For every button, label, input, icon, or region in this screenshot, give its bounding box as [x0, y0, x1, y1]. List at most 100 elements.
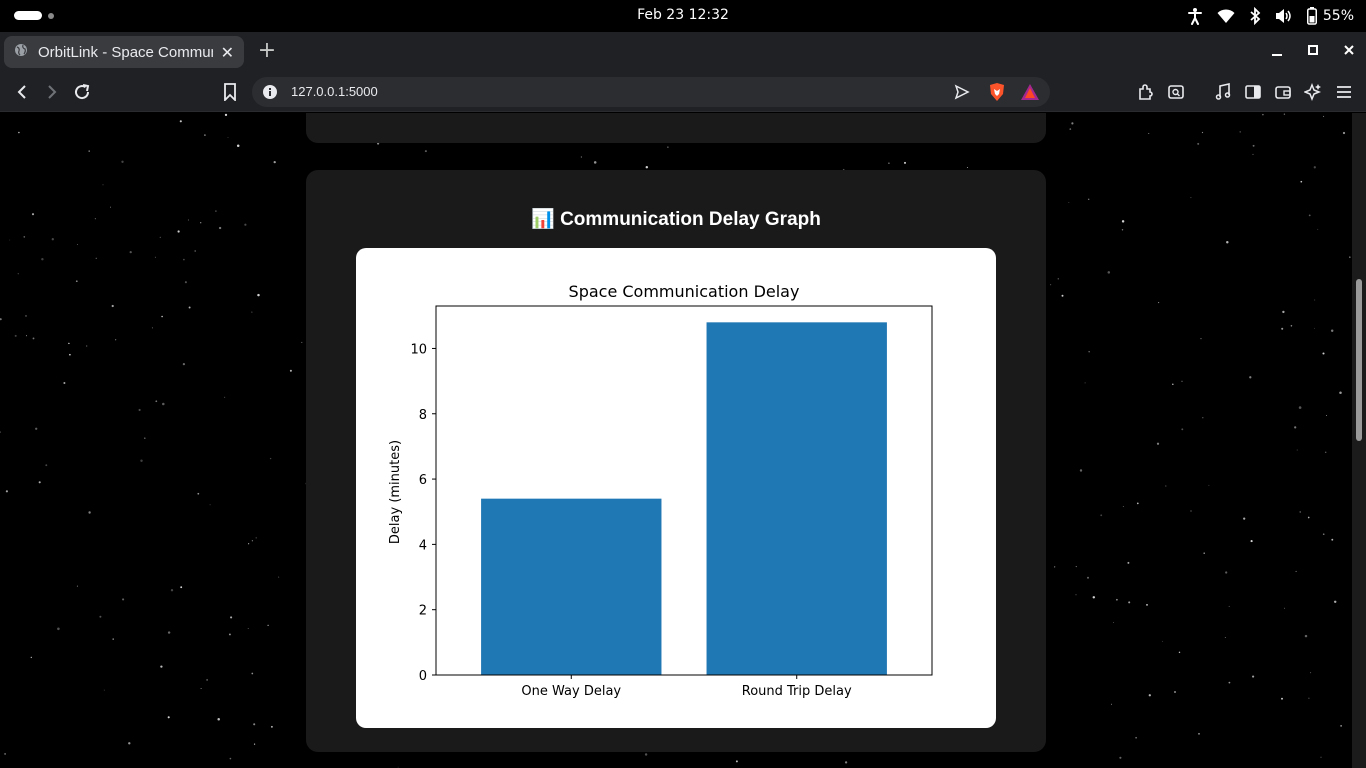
battery-icon[interactable] — [1306, 7, 1317, 25]
star — [177, 230, 180, 233]
address-bar[interactable]: 127.0.0.1:5000 — [252, 77, 1050, 107]
extensions-icon[interactable] — [1136, 82, 1156, 102]
star — [1190, 510, 1192, 512]
star — [51, 238, 54, 241]
star — [667, 146, 669, 148]
star — [1299, 511, 1301, 513]
star — [224, 396, 226, 398]
system-clock[interactable]: Feb 23 12:32 — [0, 7, 1366, 23]
wifi-icon[interactable] — [1217, 8, 1235, 24]
star — [17, 273, 19, 275]
browser-tab-active[interactable]: OrbitLink - Space Communication ✕ — [4, 36, 244, 68]
star — [94, 218, 96, 220]
star — [1071, 122, 1074, 125]
star — [1340, 725, 1342, 727]
star — [301, 341, 303, 343]
media-music-icon[interactable] — [1213, 82, 1233, 102]
accessibility-icon[interactable] — [1187, 7, 1203, 25]
bluetooth-icon[interactable] — [1249, 7, 1261, 25]
star — [1119, 756, 1122, 759]
star — [1200, 337, 1202, 340]
star — [1322, 352, 1325, 355]
y-tick-label: 0 — [419, 669, 427, 684]
system-tray[interactable]: 55% — [1187, 6, 1354, 26]
star — [844, 761, 848, 764]
star — [1298, 406, 1302, 409]
star — [1181, 428, 1184, 431]
star — [1225, 571, 1228, 574]
maximize-icon[interactable] — [1306, 42, 1320, 60]
star — [1228, 605, 1230, 607]
star — [1250, 540, 1253, 543]
star — [41, 257, 44, 261]
star — [1290, 325, 1293, 327]
sidebar-toggle-icon[interactable] — [1243, 82, 1263, 102]
y-tick-label: 4 — [419, 538, 427, 553]
star — [1061, 294, 1064, 297]
url-text[interactable]: 127.0.0.1:5000 — [291, 84, 378, 99]
star — [76, 585, 78, 587]
star — [1252, 153, 1254, 155]
graph-heading: 📊 Communication Delay Graph — [306, 207, 1046, 231]
star — [25, 335, 28, 337]
x-tick-label: One Way Delay — [521, 684, 621, 699]
forward-icon[interactable] — [42, 82, 62, 102]
star — [1281, 697, 1283, 700]
star — [179, 120, 182, 123]
star — [1057, 278, 1059, 280]
back-icon[interactable] — [12, 82, 32, 102]
star — [159, 236, 161, 239]
star — [1068, 201, 1070, 204]
new-tab-button[interactable]: + — [256, 40, 278, 62]
close-window-icon[interactable] — [1342, 42, 1356, 60]
page-scrollbar[interactable] — [1352, 113, 1366, 768]
star — [111, 304, 114, 308]
reload-icon[interactable] — [72, 82, 92, 102]
star — [180, 586, 183, 589]
site-info-icon[interactable] — [262, 84, 278, 104]
star — [1252, 144, 1255, 147]
star — [1208, 484, 1210, 486]
scrollbar-thumb[interactable] — [1356, 279, 1362, 441]
star — [1084, 382, 1086, 384]
star — [1116, 598, 1118, 601]
star — [14, 334, 17, 337]
star — [215, 210, 217, 212]
star — [30, 656, 32, 659]
bookmark-icon[interactable] — [220, 82, 240, 102]
star — [251, 540, 254, 542]
star — [128, 742, 131, 745]
star — [1087, 576, 1089, 579]
page-viewport: 📊 Communication Delay Graph Space Commun… — [0, 113, 1352, 768]
star — [1069, 128, 1072, 130]
tab-search-icon[interactable] — [1166, 82, 1186, 102]
minimize-icon[interactable] — [1270, 42, 1284, 60]
star — [86, 345, 88, 347]
star — [4, 752, 7, 755]
star — [144, 437, 146, 439]
globe-icon — [14, 43, 28, 61]
wallet-icon[interactable] — [1273, 82, 1293, 102]
star — [244, 223, 247, 226]
tab-close-icon[interactable]: ✕ — [221, 43, 234, 62]
brave-shields-icon[interactable] — [988, 82, 1006, 106]
delay-bar-chart: Space Communication Delay Delay (minutes… — [388, 282, 933, 699]
star — [88, 511, 91, 514]
menu-icon[interactable] — [1334, 82, 1354, 102]
star — [69, 353, 71, 356]
star — [151, 327, 153, 329]
star — [217, 717, 220, 721]
star — [1165, 485, 1167, 487]
brave-rewards-icon[interactable] — [1020, 83, 1040, 105]
star — [580, 156, 582, 158]
star — [218, 226, 222, 230]
volume-icon[interactable] — [1275, 8, 1293, 24]
star — [1308, 214, 1311, 217]
star — [1307, 516, 1310, 519]
star — [1075, 566, 1077, 568]
share-icon[interactable] — [954, 84, 970, 104]
leo-ai-icon[interactable] — [1303, 82, 1323, 102]
star — [278, 576, 280, 578]
star — [1107, 271, 1111, 274]
star — [1203, 552, 1205, 554]
